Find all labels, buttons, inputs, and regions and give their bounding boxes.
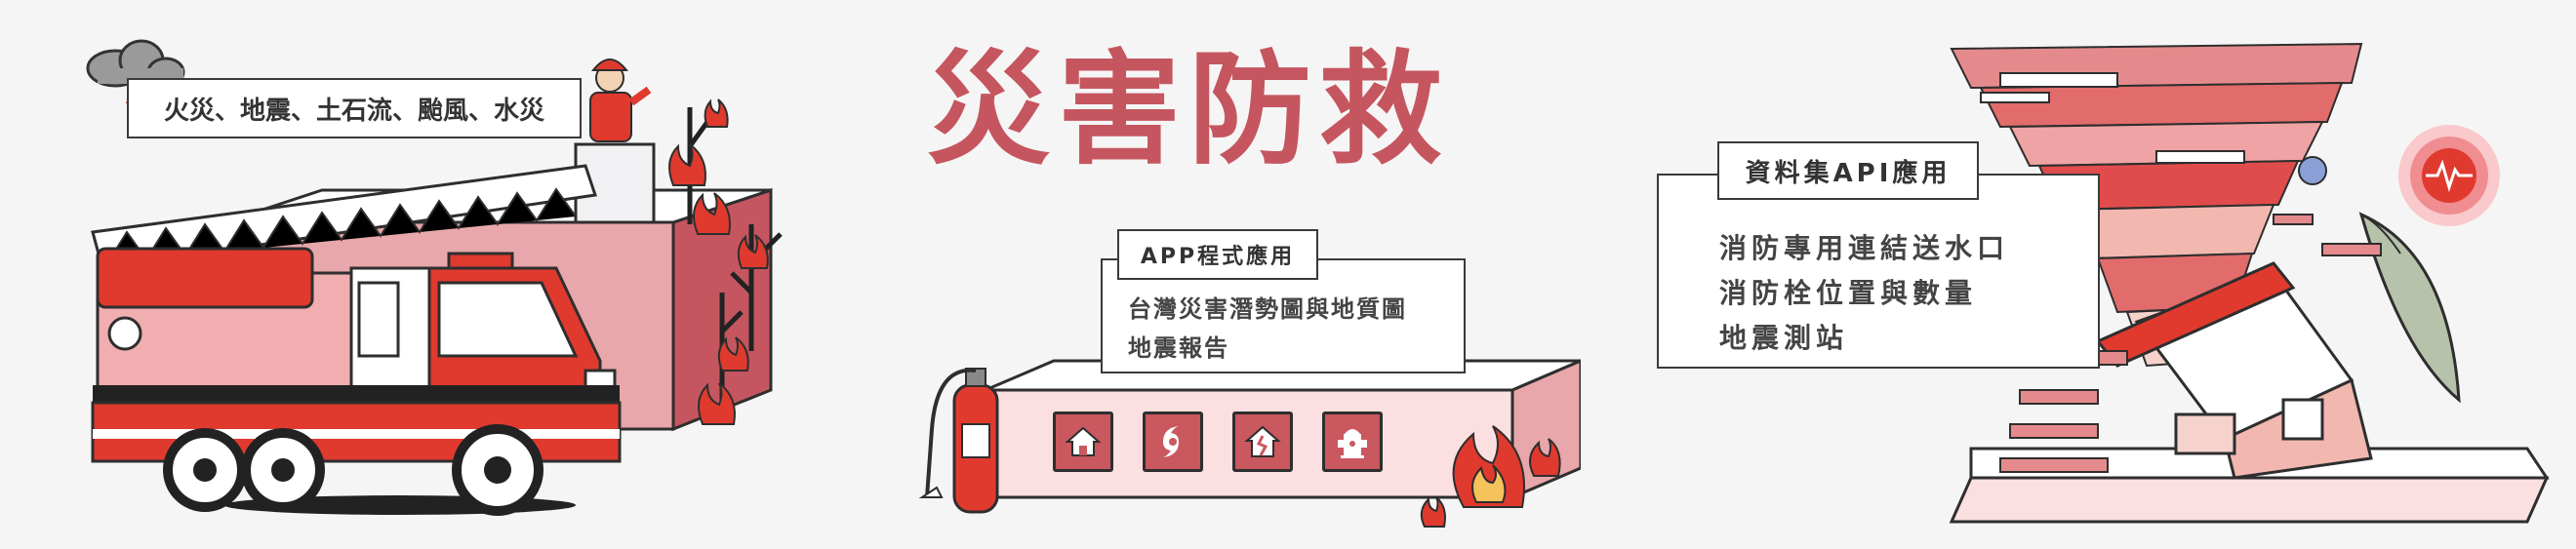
fire-extinguisher-icon — [918, 368, 999, 514]
api-description-panel: 消防專用連結送水口 消防栓位置與數量 地震測站 — [1657, 174, 2100, 369]
hazards-tag: 火災、地震、土石流、颱風、水災 — [127, 78, 582, 138]
earthquake-house-icon — [1244, 425, 1281, 457]
earthquake-app-button[interactable] — [1232, 412, 1293, 472]
page-title: 災害防救 — [927, 38, 1450, 181]
api-line-2: 消防栓位置與數量 — [1719, 277, 1978, 309]
api-line-1: 消防專用連結送水口 — [1719, 232, 2010, 264]
app-tag: APP程式應用 — [1117, 229, 1318, 280]
fire-hydrant-icon — [1338, 429, 1367, 458]
typhoon-app-button[interactable] — [1143, 412, 1203, 472]
fire-hydrant-app-button[interactable] — [1322, 412, 1383, 472]
house-app-button[interactable] — [1053, 412, 1113, 472]
api-tag: 資料集API應用 — [1717, 141, 1979, 200]
house-icon — [1065, 426, 1102, 456]
app-line-1: 台灣災害潛勢圖與地質圖 — [1128, 295, 1407, 323]
app-line-2: 地震報告 — [1128, 334, 1229, 362]
alert-pulse-icon — [2398, 125, 2500, 226]
typhoon-icon — [1163, 426, 1179, 457]
firefighter-icon — [589, 59, 652, 142]
api-line-3: 地震測站 — [1719, 322, 1849, 354]
